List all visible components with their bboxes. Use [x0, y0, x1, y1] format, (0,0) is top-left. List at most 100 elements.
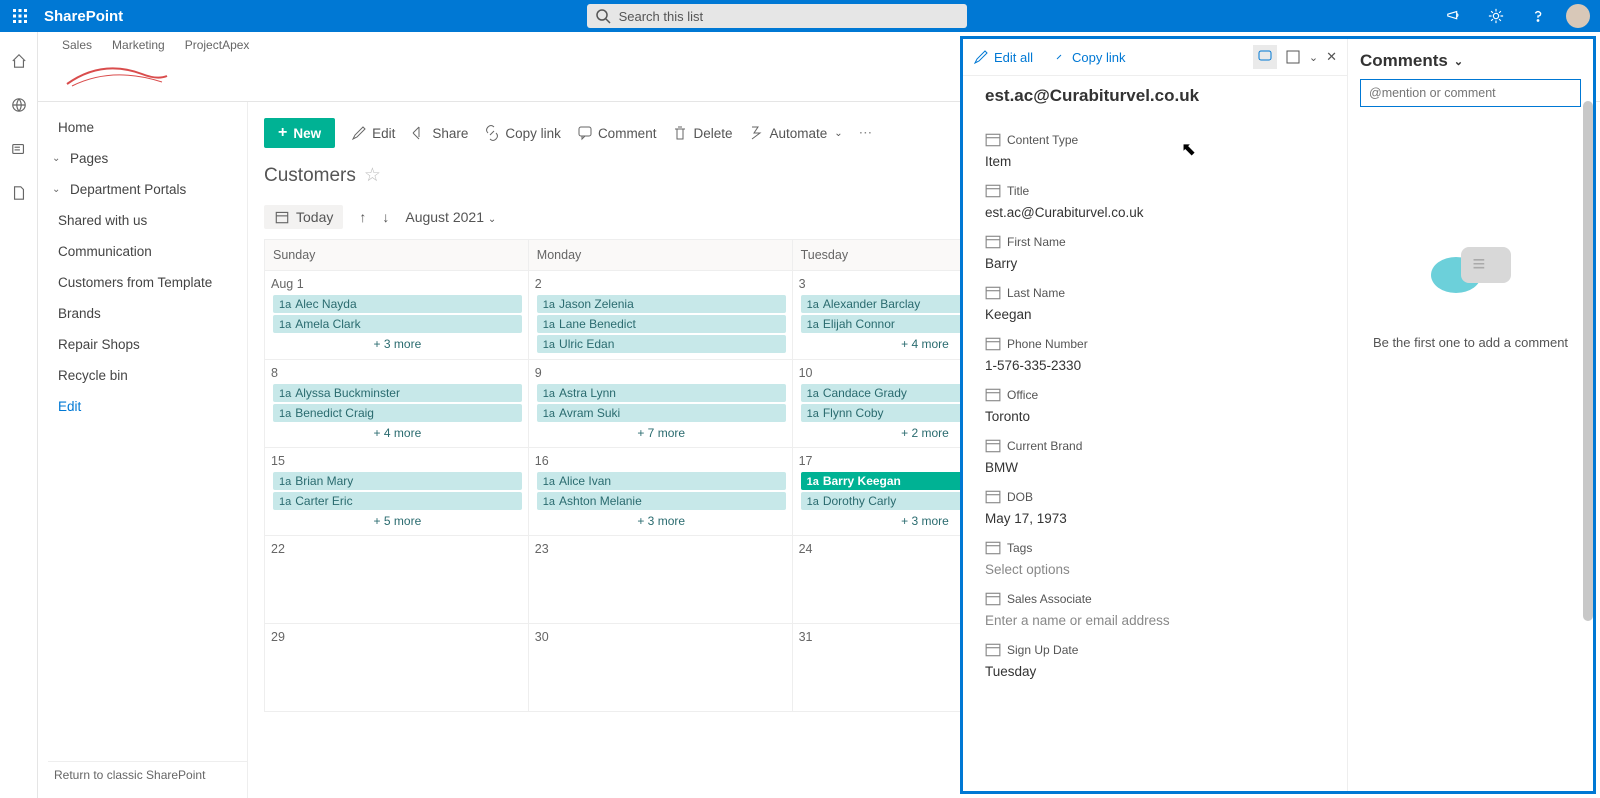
calendar-event[interactable]: 1aUlric Edan [537, 335, 786, 353]
calendar-cell[interactable]: 81aAlyssa Buckminster1aBenedict Craig+ 4… [265, 360, 529, 448]
calendar-event[interactable]: 1aAlec Nayda [273, 295, 522, 313]
search-input[interactable]: Search this list [587, 4, 967, 28]
user-avatar[interactable] [1566, 4, 1590, 28]
field-label: Office [985, 387, 1325, 403]
nav-recycle-bin[interactable]: Recycle bin [52, 360, 233, 391]
panel-close-icon[interactable]: ✕ [1326, 45, 1337, 69]
panel-title: est.ac@Curabiturvel.co.uk [963, 76, 1347, 112]
comment-input[interactable] [1360, 79, 1581, 107]
field-label: DOB [985, 489, 1325, 505]
nav-shared[interactable]: Shared with us [52, 205, 233, 236]
field-value[interactable]: 1-576-335-2330 [985, 358, 1325, 373]
field-value[interactable]: May 17, 1973 [985, 511, 1325, 526]
share-button[interactable]: Share [411, 125, 468, 141]
megaphone-icon[interactable] [1440, 2, 1468, 30]
panel-edit-all[interactable]: Edit all [973, 49, 1033, 65]
nav-communication[interactable]: Communication [52, 236, 233, 267]
favorite-icon[interactable]: ☆ [364, 164, 381, 187]
edit-button[interactable]: Edit [351, 125, 395, 141]
calendar-cell[interactable]: 23 [529, 536, 793, 624]
panel-chevron-icon[interactable]: ⌄ [1309, 45, 1318, 69]
comments-title[interactable]: Comments⌄ [1360, 51, 1581, 71]
empty-comments-text: Be the first one to add a comment [1373, 335, 1568, 350]
field-label: Last Name [985, 285, 1325, 301]
field-value[interactable]: Select options [985, 562, 1325, 577]
field-value[interactable]: Item [985, 154, 1325, 169]
app-launcher[interactable] [0, 8, 40, 24]
field-value[interactable]: Tuesday [985, 664, 1325, 679]
calendar-event[interactable]: 1aAshton Melanie [537, 492, 786, 510]
today-button[interactable]: Today [264, 205, 343, 229]
calendar-cell[interactable]: Aug 11aAlec Nayda1aAmela Clark+ 3 more [265, 271, 529, 360]
field-value[interactable]: Keegan [985, 307, 1325, 322]
files-icon[interactable] [8, 182, 30, 204]
calendar-event[interactable]: 1aAmela Clark [273, 315, 522, 333]
calendar-cell[interactable]: 29 [265, 624, 529, 712]
comment-illustration [1431, 247, 1511, 295]
globe-icon[interactable] [8, 94, 30, 116]
search-placeholder: Search this list [619, 9, 704, 24]
nav-brands[interactable]: Brands [52, 298, 233, 329]
panel-copy-link[interactable]: Copy link [1051, 49, 1125, 65]
more-events[interactable]: + 5 more [271, 512, 524, 530]
site-logo [62, 54, 172, 92]
comment-button[interactable]: Comment [577, 125, 657, 141]
calendar-event[interactable]: 1aCarter Eric [273, 492, 522, 510]
settings-icon[interactable] [1482, 2, 1510, 30]
field-value[interactable]: Enter a name or email address [985, 613, 1325, 628]
next-month[interactable]: ↓ [382, 209, 389, 225]
field-label: Sign Up Date [985, 642, 1325, 658]
field-label: First Name [985, 234, 1325, 250]
calendar-cell[interactable]: 30 [529, 624, 793, 712]
nav-pages[interactable]: ⌄Pages [52, 143, 233, 174]
nav-department-portals[interactable]: ⌄Department Portals [52, 174, 233, 205]
calendar-event[interactable]: 1aAvram Suki [537, 404, 786, 422]
field-value[interactable]: est.ac@Curabiturvel.co.uk [985, 205, 1325, 220]
calendar-event[interactable]: 1aAlyssa Buckminster [273, 384, 522, 402]
tab-sales[interactable]: Sales [62, 38, 92, 52]
calendar-event[interactable]: 1aJason Zelenia [537, 295, 786, 313]
delete-button[interactable]: Delete [672, 125, 732, 141]
calendar-event[interactable]: 1aBrian Mary [273, 472, 522, 490]
new-button[interactable]: +New [264, 118, 335, 148]
calendar-cell[interactable]: 22 [265, 536, 529, 624]
field-value[interactable]: Barry [985, 256, 1325, 271]
automate-button[interactable]: Automate⌄ [748, 125, 842, 141]
day-header: Monday [529, 240, 793, 271]
calendar-event[interactable]: 1aLane Benedict [537, 315, 786, 333]
tab-projectapex[interactable]: ProjectApex [185, 38, 250, 52]
field-label: Title [985, 183, 1325, 199]
calendar-event[interactable]: 1aBenedict Craig [273, 404, 522, 422]
nav-customers-template[interactable]: Customers from Template [52, 267, 233, 298]
more-button[interactable]: ⋯ [859, 125, 873, 141]
scrollbar-thumb[interactable] [1583, 101, 1593, 621]
panel-comment-icon[interactable] [1253, 45, 1277, 69]
tab-marketing[interactable]: Marketing [112, 38, 165, 52]
nav-home[interactable]: Home [52, 112, 233, 143]
field-label: Content Type [985, 132, 1325, 148]
help-icon[interactable] [1524, 2, 1552, 30]
nav-edit[interactable]: Edit [52, 391, 233, 422]
more-events[interactable]: + 4 more [271, 424, 524, 442]
more-events[interactable]: + 3 more [535, 512, 788, 530]
more-events[interactable]: + 3 more [271, 335, 524, 353]
field-value[interactable]: BMW [985, 460, 1325, 475]
calendar-event[interactable]: 1aAstra Lynn [537, 384, 786, 402]
panel-expand-icon[interactable] [1285, 45, 1301, 69]
field-value[interactable]: Toronto [985, 409, 1325, 424]
prev-month[interactable]: ↑ [359, 209, 366, 225]
home-icon[interactable] [8, 50, 30, 72]
return-classic[interactable]: Return to classic SharePoint [48, 761, 248, 788]
field-label: Current Brand [985, 438, 1325, 454]
calendar-cell[interactable]: 21aJason Zelenia1aLane Benedict1aUlric E… [529, 271, 793, 360]
calendar-event[interactable]: 1aAlice Ivan [537, 472, 786, 490]
more-events[interactable]: + 7 more [535, 424, 788, 442]
month-label[interactable]: August 2021 ⌄ [405, 209, 496, 225]
copy-link-button[interactable]: Copy link [484, 125, 561, 141]
calendar-cell[interactable]: 161aAlice Ivan1aAshton Melanie+ 3 more [529, 448, 793, 536]
nav-repair-shops[interactable]: Repair Shops [52, 329, 233, 360]
calendar-cell[interactable]: 91aAstra Lynn1aAvram Suki+ 7 more [529, 360, 793, 448]
day-header: Sunday [265, 240, 529, 271]
news-icon[interactable] [8, 138, 30, 160]
calendar-cell[interactable]: 151aBrian Mary1aCarter Eric+ 5 more [265, 448, 529, 536]
